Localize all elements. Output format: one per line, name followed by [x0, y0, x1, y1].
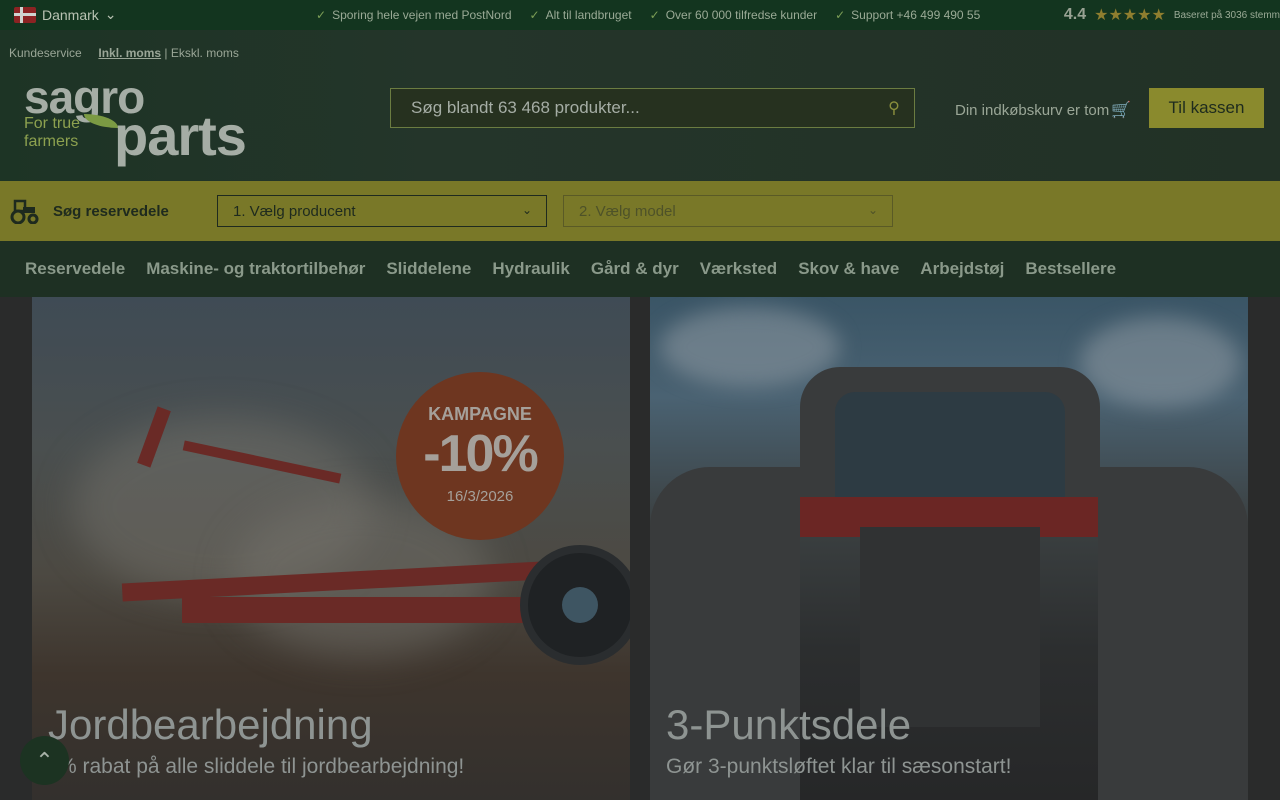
check-icon: ✓	[316, 8, 327, 22]
image-tractor-hitch	[860, 527, 1040, 727]
parts-search-bar: Søg reservedele 1. Vælg producent ⌄ 2. V…	[0, 181, 1280, 241]
logo-text-bottom: parts	[114, 104, 247, 167]
category-nav: Reservedele Maskine- og traktortilbehør …	[0, 241, 1280, 297]
check-icon: ✓	[529, 8, 540, 22]
country-label: Danmark	[42, 6, 99, 23]
manufacturer-select[interactable]: 1. Vælg producent ⌄	[217, 195, 547, 227]
chevron-down-icon: ⌄	[104, 6, 117, 22]
usp-item: ✓ Over 60 000 tilfredse kunder	[650, 8, 817, 22]
nav-item-hydraulik[interactable]: Hydraulik	[492, 259, 569, 279]
badge-discount: -10%	[423, 425, 538, 483]
vat-separator: |	[164, 46, 168, 60]
chevron-up-icon: ⌃	[35, 747, 54, 773]
image-wheel-hub	[562, 587, 598, 623]
badge-date: 16/3/2026	[446, 488, 514, 505]
cart-status-text: Din indkøbskurv er tom	[955, 101, 1110, 119]
image-cloud	[660, 307, 840, 387]
cart-icon: 🛒	[1111, 102, 1132, 119]
scroll-to-top-button[interactable]: ⌃	[20, 736, 69, 785]
usp-item: ✓ Alt til landbruget	[530, 8, 632, 22]
nav-item-bestsellere[interactable]: Bestsellere	[1025, 259, 1116, 279]
parts-search-label: Søg reservedele	[53, 203, 169, 220]
model-select-value: 2. Vælg model	[579, 202, 676, 220]
logo-tagline-line: farmers	[24, 133, 79, 151]
nav-item-maskine-traktortilbehor[interactable]: Maskine- og traktortilbehør	[146, 259, 365, 279]
nav-item-gard-dyr[interactable]: Gård & dyr	[591, 259, 679, 279]
campaign-badge: KAMPAGNE -10% 16/3/2026	[396, 372, 564, 540]
image-tractor-tyre	[650, 467, 800, 800]
chevron-down-icon: ⌄	[867, 203, 878, 217]
main-content: KAMPAGNE -10% 16/3/2026 Jordbearbejdning…	[0, 297, 1280, 800]
star-rating-icon: ★★★★★	[1094, 7, 1166, 24]
badge-label: KAMPAGNE	[428, 404, 532, 424]
country-selector[interactable]: Danmark ⌄	[14, 6, 117, 23]
excl-vat-toggle[interactable]: Ekskl. moms	[171, 46, 239, 60]
customer-service-link[interactable]: Kundeservice	[9, 46, 82, 60]
usp-item[interactable]: ✓ Support +46 499 490 55	[835, 8, 980, 22]
promo-card-3-punktsdele[interactable]: 3-Punktsdele Gør 3-punktsløftet klar til…	[650, 297, 1248, 800]
nav-item-vaerksted[interactable]: Værksted	[700, 259, 777, 279]
search-bar: ⚲	[390, 88, 915, 128]
checkout-button[interactable]: Til kassen	[1149, 88, 1264, 128]
incl-vat-toggle[interactable]: Inkl. moms	[98, 46, 161, 60]
chevron-down-icon: ⌄	[521, 203, 532, 217]
logo-tagline-line: For true	[24, 115, 81, 132]
usp-text: Alt til landbruget	[545, 8, 632, 22]
nav-item-arbejdstoj[interactable]: Arbejdstøj	[920, 259, 1004, 279]
nav-item-skov-have[interactable]: Skov & have	[798, 259, 899, 279]
image-tractor-tyre	[1098, 467, 1248, 800]
cart-summary[interactable]: Din indkøbskurv er tom 🛒	[955, 100, 1131, 120]
image-machine-part	[182, 597, 552, 623]
card-subtitle: Gør 3-punktsløftet klar til sæsonstart!	[666, 755, 1012, 778]
rating-text: Baseret på 3036 stemm	[1173, 9, 1280, 21]
check-icon: ✓	[649, 8, 660, 22]
logo[interactable]: sagro parts For true farmers	[24, 70, 264, 167]
model-select[interactable]: 2. Vælg model ⌄	[563, 195, 893, 227]
card-subtitle: % rabat på alle sliddele til jordbearbej…	[58, 755, 465, 778]
image-tractor-window	[835, 392, 1065, 512]
card-title: Jordbearbejdning	[48, 701, 373, 748]
denmark-flag-icon	[14, 6, 36, 23]
rating-score: 4.4	[1063, 6, 1087, 23]
site-header: Kundeservice Inkl. moms | Ekskl. moms sa…	[0, 30, 1280, 181]
usp-text: Sporing hele vejen med PostNord	[332, 8, 512, 22]
tractor-icon	[10, 199, 39, 224]
search-icon[interactable]: ⚲	[874, 88, 914, 128]
card-title: 3-Punktsdele	[666, 701, 912, 748]
rating-widget[interactable]: 4.4 ★★★★★ Baseret på 3036 stemm	[1064, 5, 1280, 25]
usp-item: ✓ Sporing hele vejen med PostNord	[316, 8, 512, 22]
top-bar: Danmark ⌄ ✓ Sporing hele vejen med PostNo…	[0, 0, 1280, 30]
image-cloud	[1080, 317, 1240, 407]
header-links: Kundeservice Inkl. moms | Ekskl. moms	[9, 46, 239, 60]
logo-tagline: For true farmers	[24, 115, 80, 152]
usp-list: ✓ Sporing hele vejen med PostNord ✓ Alt ti…	[316, 8, 980, 22]
nav-item-sliddelene[interactable]: Sliddelene	[386, 259, 471, 279]
nav-item-reservedele[interactable]: Reservedele	[25, 259, 125, 279]
check-icon: ✓	[835, 8, 846, 22]
usp-text: Support +46 499 490 55	[851, 8, 981, 22]
usp-text: Over 60 000 tilfredse kunder	[665, 8, 818, 22]
promo-card-jordbearbejdning[interactable]: KAMPAGNE -10% 16/3/2026 Jordbearbejdning…	[32, 297, 630, 800]
manufacturer-select-value: 1. Vælg producent	[233, 202, 356, 220]
search-input[interactable]	[391, 89, 874, 127]
